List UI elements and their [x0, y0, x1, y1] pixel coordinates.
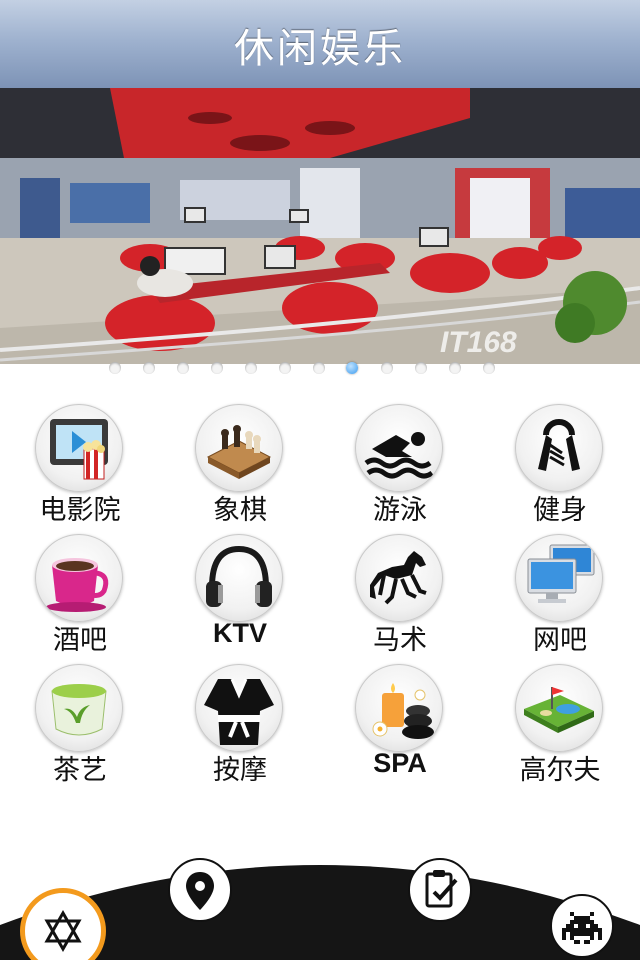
category-item-swimming[interactable]: 游泳 [320, 400, 480, 530]
category-item-massage[interactable]: 按摩 [160, 660, 320, 790]
category-item-fitness[interactable]: 健身 [480, 400, 640, 530]
robe-icon [195, 664, 283, 752]
category-item-spa[interactable]: SPA [320, 660, 480, 790]
tea-cup-icon [35, 664, 123, 752]
spa-candle-icon [355, 664, 443, 752]
carousel-dot[interactable] [279, 362, 291, 374]
category-item-chess[interactable]: 象棋 [160, 400, 320, 530]
carousel-dot[interactable] [449, 362, 461, 374]
swimming-icon [355, 404, 443, 492]
category-item-cinema[interactable]: 电影院 [0, 400, 160, 530]
carousel-dot[interactable] [381, 362, 393, 374]
map-pin-icon [186, 872, 214, 910]
header-bar: 休闲娱乐 [0, 0, 640, 89]
space-invader-icon [562, 912, 602, 944]
carousel-dot[interactable] [109, 362, 121, 374]
tab-tasks[interactable] [408, 858, 472, 922]
carousel-dot[interactable] [177, 362, 189, 374]
category-item-golf[interactable]: 高尔夫 [480, 660, 640, 790]
hand-gripper-icon [515, 404, 603, 492]
movie-icon [35, 404, 123, 492]
computer-monitor-icon [515, 534, 603, 622]
banner-carousel[interactable]: IT168 [0, 88, 640, 364]
page-title: 休闲娱乐 [234, 26, 406, 72]
category-label: SPA [373, 748, 427, 778]
tab-home[interactable] [20, 888, 106, 960]
category-label: 游泳 [373, 495, 427, 526]
category-item-internet-cafe[interactable]: 网吧 [480, 530, 640, 660]
category-item-equestrian[interactable]: 马术 [320, 530, 480, 660]
horse-icon [355, 534, 443, 622]
coffee-cup-icon [35, 534, 123, 622]
category-label: 酒吧 [53, 625, 107, 656]
category-label: 茶艺 [53, 755, 107, 786]
carousel-page-indicator[interactable] [0, 362, 640, 376]
banner-watermark: IT168 [440, 326, 517, 359]
golf-course-icon [515, 664, 603, 752]
category-item-tea[interactable]: 茶艺 [0, 660, 160, 790]
tab-location[interactable] [168, 858, 232, 922]
category-label: 按摩 [213, 755, 267, 786]
category-item-ktv[interactable]: KTV [160, 530, 320, 660]
carousel-dot[interactable] [483, 362, 495, 374]
category-label: 高尔夫 [519, 755, 601, 786]
category-label: 象棋 [213, 495, 267, 526]
category-item-bar[interactable]: 酒吧 [0, 530, 160, 660]
carousel-dot-active[interactable] [346, 362, 358, 374]
bottom-tab-bar [0, 830, 640, 960]
category-label: 健身 [533, 495, 587, 526]
carousel-dot[interactable] [415, 362, 427, 374]
carousel-dot[interactable] [313, 362, 325, 374]
tab-games[interactable] [550, 894, 614, 958]
category-label: 网吧 [533, 625, 587, 656]
headphones-icon [195, 534, 283, 622]
banner-photo [0, 88, 640, 364]
category-label: 马术 [373, 625, 427, 656]
chess-icon [195, 404, 283, 492]
category-label: KTV [213, 618, 267, 648]
clipboard-check-icon [425, 870, 458, 908]
carousel-dot[interactable] [143, 362, 155, 374]
category-label: 电影院 [39, 495, 121, 526]
carousel-dot[interactable] [211, 362, 223, 374]
carousel-dot[interactable] [245, 362, 257, 374]
star-of-david-icon [44, 909, 82, 953]
